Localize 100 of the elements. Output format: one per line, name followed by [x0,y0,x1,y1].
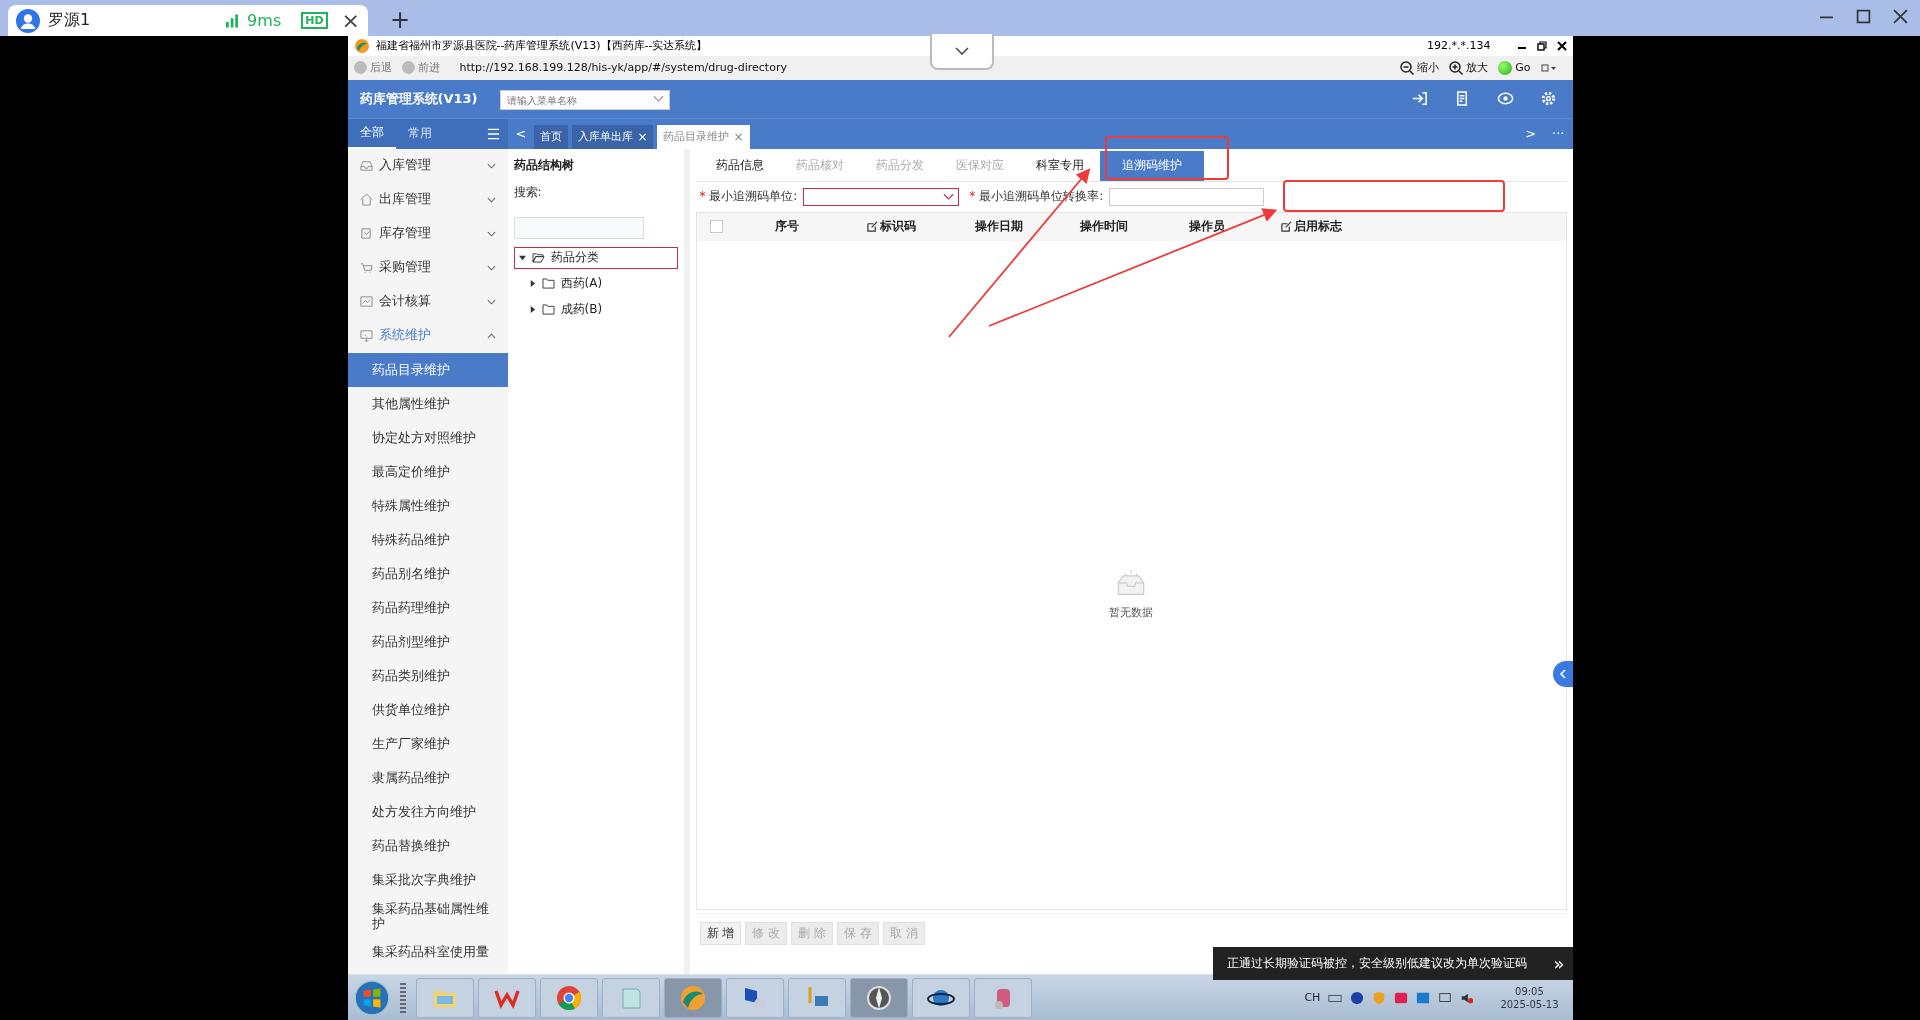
app-logo-icon [353,37,370,54]
restore-icon[interactable] [1536,40,1547,51]
chevron-icon [486,332,496,339]
chevron-icon [486,264,496,271]
menu-group[interactable]: 入库管理 [347,148,508,183]
swirl-icon [678,983,707,1012]
taskbar-app[interactable] [725,977,784,1018]
menu-group[interactable]: 出库管理 [347,182,508,217]
menu-item[interactable]: 药品别名维护 [347,556,508,591]
node-label: 西药(A) [560,275,603,293]
menu-item[interactable]: 处方发往方向维护 [347,794,508,829]
rate-input-field[interactable] [1109,187,1265,206]
search-label: 搜索: [513,183,543,201]
field-label: * 最小追溯码单位: [699,188,798,206]
menu-item[interactable]: 药品剂型维护 [347,624,508,659]
menu-item[interactable]: 协定处方对照维护 [347,420,508,455]
empty-text: 暂无数据 [1109,605,1153,621]
caret-icon [652,94,664,103]
back-button[interactable]: 后退 [353,60,392,76]
column-header: 操作日期 [974,218,1024,236]
close-icon[interactable] [1556,40,1567,51]
go-button[interactable]: Go [1498,60,1531,75]
chevron-icon [486,196,496,203]
content-tab[interactable]: 追溯码维护 [1099,150,1204,181]
collapse-handle[interactable] [1552,660,1573,687]
tree-node[interactable]: 药品分类 [513,246,678,269]
tree-node[interactable]: 成药(B) [513,298,678,321]
clock-date: 2025-05-13 [1500,998,1559,1010]
menu-item[interactable]: 药品药理维护 [347,590,508,625]
menu-item[interactable]: 隶属药品维护 [347,760,508,795]
menu-icon[interactable] [486,127,500,140]
more-button[interactable]: ··· [1544,126,1573,142]
menu-item[interactable]: 特殊属性维护 [347,488,508,523]
column-header: 启用标志 [1256,218,1367,236]
menu-tab[interactable]: 常用 [395,118,444,149]
chevron-down-icon [954,47,969,55]
menu-item[interactable]: 其他属性维护 [347,386,508,421]
column-header: 操作时间 [1079,218,1129,236]
address-field[interactable]: http://192.168.199.128/his-yk/app/#/system/drug-directory [459,61,1391,75]
cart-icon [359,261,373,275]
menu-caret-icon[interactable] [1540,62,1557,73]
new-tab-button[interactable]: + [390,6,411,34]
edit-icon [867,221,878,233]
maximize-icon[interactable] [1856,9,1871,24]
chevron-icon [486,230,496,237]
menu-item[interactable]: 生产厂家维护 [347,726,508,761]
menu-item[interactable]: 集采药品基础属性维护 [347,896,508,935]
exit-icon[interactable] [1410,90,1428,108]
taskbar-app[interactable] [911,977,970,1018]
forward-button[interactable]: 前进 [401,60,440,76]
zoom-out-button[interactable]: 缩小 [1400,60,1440,76]
expand-arrow-icon[interactable] [528,280,536,288]
chrome-icon [554,983,583,1012]
content-tab[interactable]: 药品信息 [699,150,780,181]
node-label: 成药(B) [560,301,603,319]
menu-item[interactable]: 药品替换维护 [347,828,508,863]
menu-item[interactable]: 供货单位维护 [347,692,508,727]
node-label: 药品分类 [550,249,599,267]
inbox-icon [359,159,373,173]
avatar-icon [16,8,40,33]
menu-group[interactable]: 库存管理 [347,216,508,251]
expand-arrow-icon[interactable] [518,254,526,262]
menu-item[interactable]: 最高定价维护 [347,454,508,489]
chevron-icon [486,298,496,305]
content-tab[interactable]: 科室专用 [1019,150,1100,181]
menu-item[interactable]: 集采批次字典维护 [347,862,508,897]
menu-search-field[interactable]: 请输入菜单名称 [499,90,670,111]
select-all-checkbox[interactable] [710,220,723,234]
signal-icon [226,13,240,28]
session-tab[interactable]: 罗源1 9ms HD × [8,5,368,36]
column-header: 序号 [773,218,800,236]
settings-icon[interactable] [1539,90,1557,108]
tree-search-field[interactable] [513,216,644,239]
menu-group[interactable]: 采购管理 [347,250,508,285]
expand-button[interactable]: » [1553,953,1565,974]
close-tab-button[interactable]: × [341,8,360,33]
menu-item[interactable]: 药品目录维护 [347,352,508,387]
quality-badge: HD [301,12,328,29]
page-tab[interactable]: 入库单出库 × [572,124,654,149]
page-tab[interactable]: 首页 [534,124,569,149]
menu-item[interactable]: 集采药品科室使用量 [347,934,508,969]
menu-group[interactable]: 会计核算 [347,284,508,319]
page-tab[interactable]: 药品目录维护 × [657,124,750,149]
tree-node[interactable]: 西药(A) [513,272,678,295]
input-method-indicator[interactable]: CH [1304,991,1321,1005]
taskbar-app[interactable] [849,977,908,1018]
zoom-in-button[interactable]: 放大 [1449,60,1489,76]
start-button[interactable] [353,979,390,1016]
unit-select[interactable] [803,187,960,206]
stock-icon [359,227,373,241]
menu-item[interactable]: 特殊药品维护 [347,522,508,557]
chevron-left-icon [1558,668,1567,679]
latency-text: 9ms [247,11,282,30]
scroll-right-button[interactable]: > [1517,126,1545,142]
menu-group[interactable]: 系统维护 [347,318,508,353]
close-icon[interactable] [1893,9,1908,24]
scroll-left-button[interactable]: < [507,126,535,142]
action-button[interactable]: 新 增 [699,921,742,945]
expand-arrow-icon[interactable] [528,306,536,314]
menu-item[interactable]: 药品类别维护 [347,658,508,693]
